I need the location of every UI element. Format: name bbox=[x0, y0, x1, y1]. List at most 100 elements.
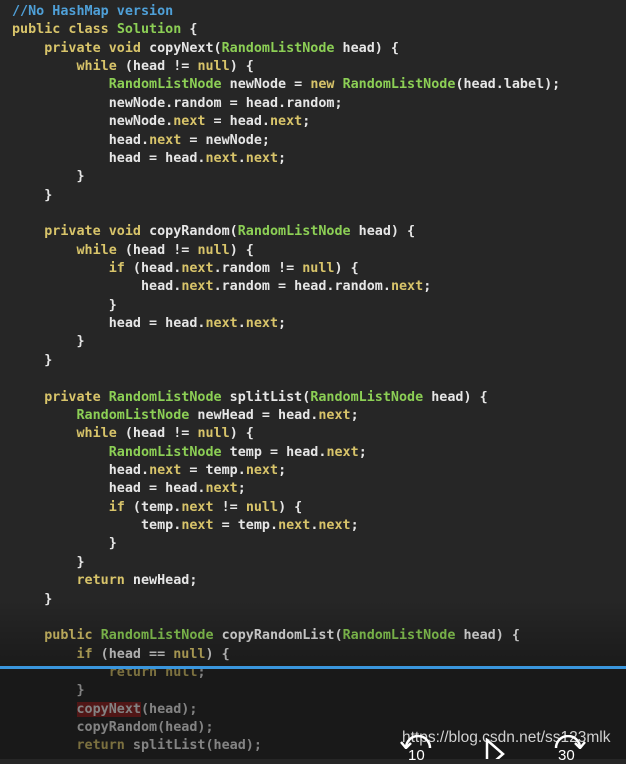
code-line: public class Solution { bbox=[12, 21, 560, 39]
highlighted-token: copyNext bbox=[76, 701, 141, 717]
code-token: next bbox=[173, 114, 206, 130]
code-line: head = head.next.next; bbox=[12, 150, 560, 168]
code-token: RandomListNode bbox=[310, 389, 424, 405]
code-token: . bbox=[237, 316, 246, 332]
code-token: splitList( bbox=[221, 389, 311, 405]
code-token: } bbox=[12, 554, 85, 570]
code-token: = temp. bbox=[181, 462, 246, 478]
code-token: next bbox=[278, 518, 311, 534]
code-token: Solution bbox=[116, 22, 182, 38]
code-token: .random = head.random. bbox=[213, 279, 391, 295]
code-token: ; bbox=[237, 481, 246, 497]
video-progress-bar[interactable] bbox=[0, 666, 626, 669]
code-token: null bbox=[197, 426, 230, 442]
code-token: next bbox=[245, 316, 279, 332]
code-token: private void bbox=[44, 40, 150, 56]
code-token: (temp. bbox=[124, 499, 182, 515]
code-token: next bbox=[318, 407, 351, 423]
code-line: copyNext(head); bbox=[12, 701, 560, 719]
code-line: head.next = newNode; bbox=[12, 132, 560, 150]
code-token: = temp. bbox=[213, 518, 279, 534]
code-token: (head.label); bbox=[455, 77, 561, 93]
code-token: ; bbox=[302, 114, 311, 130]
code-line: } bbox=[12, 682, 560, 700]
code-line: } bbox=[12, 297, 560, 315]
code-line: } bbox=[12, 352, 560, 370]
code-token: .random != bbox=[213, 261, 303, 277]
code-token: null bbox=[245, 499, 279, 515]
code-token: ; bbox=[278, 316, 287, 332]
code-token: ; bbox=[278, 462, 287, 478]
code-line: while (head != null) { bbox=[12, 425, 560, 443]
code-token: (head != bbox=[116, 426, 198, 442]
forward-button[interactable]: 30 bbox=[550, 734, 586, 764]
code-line: } bbox=[12, 187, 560, 205]
code-token: ; bbox=[350, 518, 359, 534]
code-token: ; bbox=[358, 444, 367, 460]
code-token: new bbox=[310, 77, 343, 93]
forward-seconds: 30 bbox=[558, 747, 575, 764]
code-token: (head != bbox=[116, 242, 198, 258]
code-token: } bbox=[12, 591, 53, 607]
code-token: splitList(head); bbox=[124, 738, 262, 754]
rewind-seconds: 10 bbox=[408, 747, 425, 764]
code-token: != bbox=[213, 499, 246, 515]
code-view: //No HashMap version public class Solutio… bbox=[12, 3, 560, 756]
code-token: newNode = bbox=[221, 77, 311, 93]
code-token: RandomListNode bbox=[342, 77, 456, 93]
code-token: } bbox=[12, 536, 117, 552]
code-token: ) { bbox=[205, 646, 230, 662]
code-token: newHead = head. bbox=[189, 407, 319, 423]
code-token: RandomListNode bbox=[76, 407, 190, 423]
code-token: head) { bbox=[423, 389, 488, 405]
code-line: RandomListNode newHead = head.next; bbox=[12, 407, 560, 425]
code-token: ) { bbox=[229, 59, 254, 75]
code-token: head. bbox=[12, 132, 150, 148]
code-line: if (head == null) { bbox=[12, 646, 560, 664]
code-token: while bbox=[76, 426, 117, 442]
code-token: . bbox=[237, 150, 246, 166]
code-line: head.next = temp.next; bbox=[12, 462, 560, 480]
code-token: next bbox=[181, 499, 214, 515]
code-token: head = head. bbox=[12, 481, 206, 497]
code-token: { bbox=[181, 22, 198, 38]
code-token: copyNext( bbox=[149, 40, 222, 56]
code-line: newNode.next = head.next; bbox=[12, 113, 560, 131]
play-button[interactable] bbox=[485, 737, 505, 764]
code-token: = head. bbox=[205, 114, 270, 130]
rewind-button[interactable]: 10 bbox=[400, 734, 436, 764]
code-token: ; bbox=[350, 407, 359, 423]
code-token: next bbox=[205, 316, 238, 332]
code-token: } bbox=[12, 187, 53, 203]
code-line: public RandomListNode copyRandomList(Ran… bbox=[12, 627, 560, 645]
code-token: ) { bbox=[229, 426, 254, 442]
code-token: null bbox=[173, 646, 206, 662]
code-line: } bbox=[12, 591, 560, 609]
code-token: next bbox=[390, 279, 424, 295]
code-token: while bbox=[76, 59, 117, 75]
code-token: } bbox=[12, 297, 117, 313]
code-token: next bbox=[205, 150, 238, 166]
code-token: copyRandom(head); bbox=[12, 720, 214, 736]
code-token: next bbox=[326, 444, 359, 460]
code-line: RandomListNode temp = head.next; bbox=[12, 444, 560, 462]
code-token: next bbox=[149, 132, 182, 148]
code-line: private void copyNext(RandomListNode hea… bbox=[12, 40, 560, 58]
code-line: head = head.next.next; bbox=[12, 315, 560, 333]
code-token: newNode. bbox=[12, 114, 174, 130]
code-token: public class bbox=[12, 22, 117, 38]
code-token: (head); bbox=[141, 701, 198, 717]
code-token: RandomListNode bbox=[237, 224, 351, 240]
code-token: return bbox=[76, 738, 125, 754]
code-token: RandomListNode bbox=[108, 389, 222, 405]
code-line: } bbox=[12, 333, 560, 351]
code-line: RandomListNode newNode = new RandomListN… bbox=[12, 76, 561, 94]
